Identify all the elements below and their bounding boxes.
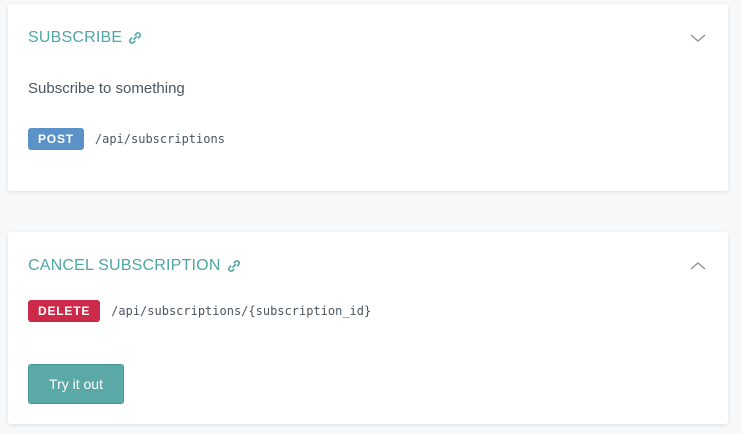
link-icon[interactable] xyxy=(227,259,241,273)
subscribe-title-row: SUBSCRIBE xyxy=(28,26,142,50)
cancel-subscription-title: CANCEL SUBSCRIPTION xyxy=(28,257,221,274)
endpoint-row: POST /api/subscriptions xyxy=(28,128,225,150)
try-it-out-button[interactable]: Try it out xyxy=(28,364,124,404)
subscribe-operation-header[interactable]: SUBSCRIBE xyxy=(8,26,728,50)
endpoint-row: DELETE /api/subscriptions/{subscription_… xyxy=(28,300,371,322)
subscribe-title: SUBSCRIBE xyxy=(28,29,123,46)
operation-description: Subscribe to something xyxy=(28,80,185,97)
cancel-subscription-operation-header[interactable]: CANCEL SUBSCRIPTION xyxy=(8,254,728,278)
link-icon[interactable] xyxy=(128,31,142,45)
subscribe-operation-card: SUBSCRIBE Subscribe to something POST /a… xyxy=(8,4,728,191)
cancel-subscription-title-row: CANCEL SUBSCRIPTION xyxy=(28,254,241,278)
cancel-subscription-operation-card: CANCEL SUBSCRIPTION DELETE /api/subscrip… xyxy=(8,232,728,424)
chevron-down-icon[interactable] xyxy=(688,28,708,48)
method-badge-post: POST xyxy=(28,128,84,150)
endpoint-path: /api/subscriptions/{subscription_id} xyxy=(111,304,372,318)
endpoint-path: /api/subscriptions xyxy=(94,132,225,146)
method-badge-delete: DELETE xyxy=(28,300,101,322)
chevron-up-icon[interactable] xyxy=(688,256,708,276)
